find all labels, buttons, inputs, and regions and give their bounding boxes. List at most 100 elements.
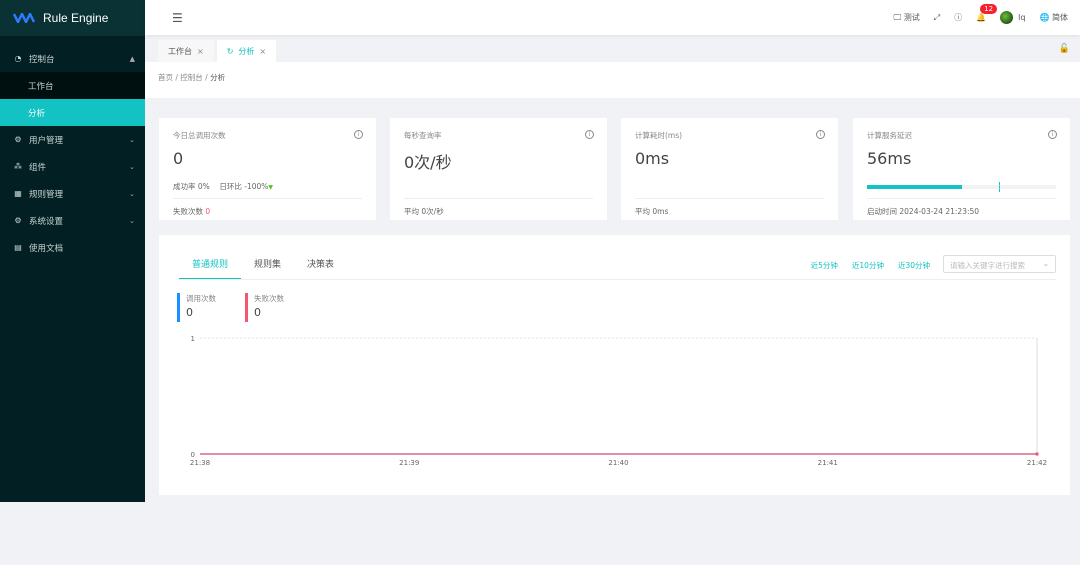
foot-value: 0 — [205, 207, 211, 216]
info-icon[interactable]: i — [354, 130, 363, 139]
x-tick-label: 21:40 — [608, 459, 628, 467]
info-icon[interactable]: i — [1048, 130, 1057, 139]
tab-label: 分析 — [238, 46, 255, 56]
dod-label: 日环比 — [219, 182, 242, 191]
sidebar-item-analysis[interactable]: 分析 — [0, 99, 145, 126]
tab-normal-rules[interactable]: 普通规则 — [179, 257, 242, 280]
sidebar-item-label: 工作台 — [28, 81, 54, 92]
card-total-calls: 今日总调用次数 i 0 成功率 0% 日环比 -100%▼ 失败次数 0 — [159, 118, 376, 220]
sidebar: Rule Engine ◔ 控制台 ▲ 工作台 分析 ⚙ 用户管理 ⌄ ⁂ 组件 ⌄ ▦ 规则… — [0, 0, 145, 502]
sidebar-item-label: 使用文档 — [29, 243, 64, 254]
sidebar-item-label: 组件 — [29, 162, 47, 173]
chevron-up-icon: ▲ — [129, 54, 135, 63]
dod-value: -100% — [244, 182, 269, 191]
menu-fold-icon[interactable]: ☰ — [172, 11, 183, 25]
user-name: lq — [1018, 13, 1026, 22]
sidebar-item-dashboard[interactable]: ◔ 控制台 ▲ — [0, 45, 145, 72]
stat-label: 失败次数 — [254, 294, 284, 303]
chevron-down-icon: ⌄ — [129, 189, 135, 198]
env-label: 测试 — [903, 13, 920, 22]
range-30min[interactable]: 近30分钟 — [898, 260, 930, 271]
card-qps: 每秒查询率 i 0次/秒 平均 0次/秒 — [390, 118, 607, 220]
language-label: 简体 — [1052, 13, 1068, 22]
chevron-down-icon: ⌄ — [129, 135, 135, 144]
stat-value: 0 — [186, 306, 193, 319]
breadcrumb-current: 分析 — [210, 73, 226, 82]
foot-value: 2024-03-24 21:23:50 — [899, 207, 980, 216]
info-icon[interactable]: i — [816, 130, 825, 139]
lock-icon[interactable]: 🔓 — [1059, 44, 1070, 54]
refresh-icon[interactable]: ↻ — [227, 47, 234, 56]
card-value: 0ms — [635, 149, 670, 168]
breadcrumb-dashboard[interactable]: 控制台 — [180, 73, 203, 82]
sidebar-item-components[interactable]: ⁂ 组件 ⌄ — [0, 153, 145, 180]
tab-label: 工作台 — [168, 46, 192, 56]
close-icon[interactable]: × — [197, 47, 204, 56]
success-label: 成功率 — [173, 182, 196, 191]
card-value: 56ms — [867, 149, 912, 168]
tab-bar: 工作台 × ↻ 分析 × — [145, 35, 1080, 62]
card-latency: 计算服务延迟 i 56ms 启动时间 2024-03-24 21:23:50 — [853, 118, 1070, 220]
breadcrumb-home[interactable]: 首页 — [158, 73, 173, 82]
range-5min[interactable]: 近5分钟 — [811, 260, 838, 271]
grid-icon: ▦ — [14, 189, 22, 198]
gear-icon: ⚙ — [14, 216, 22, 225]
success-value: 0% — [197, 182, 210, 191]
search-select[interactable]: 请输入关键字进行搜索 ⌄ — [943, 255, 1056, 273]
x-tick-label: 21:41 — [818, 459, 838, 467]
analysis-panel: 普通规则 规则集 决策表 近5分钟 近10分钟 近30分钟 请输入关键字进行搜索… — [159, 235, 1070, 495]
y-tick-label: 1 — [191, 335, 195, 343]
user-menu[interactable]: lq — [1000, 11, 1025, 24]
sidebar-item-docs[interactable]: ▤ 使用文档 — [0, 234, 145, 261]
tab-decision-tables[interactable]: 决策表 — [294, 257, 347, 280]
logo-icon — [13, 13, 35, 23]
card-value: 0 — [173, 149, 184, 168]
tab-analysis[interactable]: ↻ 分析 × — [216, 40, 277, 62]
gear-icon: ⚙ — [14, 135, 22, 144]
sidebar-item-users[interactable]: ⚙ 用户管理 ⌄ — [0, 126, 145, 153]
logo[interactable]: Rule Engine — [0, 0, 145, 36]
x-tick-label: 21:38 — [190, 459, 210, 467]
card-title: 计算耗时(ms) — [635, 131, 683, 140]
breadcrumb: 首页 / 控制台 / 分析 — [145, 62, 1080, 98]
tab-workbench[interactable]: 工作台 × — [158, 40, 214, 62]
foot-label: 启动时间 — [867, 207, 897, 216]
sidebar-item-settings[interactable]: ⚙ 系统设置 ⌄ — [0, 207, 145, 234]
foot-label: 平均 — [404, 207, 419, 216]
stat-label: 调用次数 — [186, 294, 216, 303]
card-title: 每秒查询率 — [404, 131, 442, 140]
x-tick-label: 21:42 — [1027, 459, 1047, 467]
info-icon[interactable]: i — [585, 130, 594, 139]
sidebar-item-rules[interactable]: ▦ 规则管理 ⌄ — [0, 180, 145, 207]
line-chart: 0 1 21:38 21:39 21:40 21:41 21:42 — [190, 335, 1047, 467]
sidebar-item-workbench[interactable]: 工作台 — [0, 72, 145, 99]
notification-badge: 12 — [980, 4, 998, 14]
help-icon[interactable]: ⓘ — [954, 12, 962, 23]
sidebar-item-label: 用户管理 — [29, 135, 64, 146]
sidebar-item-label: 控制台 — [29, 54, 55, 65]
caret-down-icon: ▼ — [268, 184, 274, 191]
sidebar-item-label: 规则管理 — [29, 189, 64, 200]
avatar — [1000, 11, 1014, 24]
env-button[interactable]: 🖵 测试 — [894, 12, 920, 23]
language-button[interactable]: 🌐 简体 — [1039, 12, 1068, 23]
card-title: 今日总调用次数 — [173, 131, 226, 140]
app-title: Rule Engine — [43, 11, 109, 25]
foot-value: 0ms — [652, 207, 669, 216]
range-10min[interactable]: 近10分钟 — [852, 260, 884, 271]
stat-value: 0 — [254, 306, 261, 319]
close-icon[interactable]: × — [259, 47, 266, 56]
chevron-down-icon: ⌄ — [129, 162, 135, 171]
foot-label: 失败次数 — [173, 207, 203, 216]
bell-icon[interactable]: 🔔 12 — [976, 4, 998, 22]
scrollbar[interactable] — [1074, 98, 1080, 502]
card-value: 0次/秒 — [404, 153, 452, 172]
fullscreen-icon[interactable]: ⤢ — [934, 13, 940, 23]
latency-progress — [867, 182, 1056, 192]
cluster-icon: ⁂ — [14, 162, 22, 171]
search-placeholder: 请输入关键字进行搜索 — [950, 261, 1025, 270]
stat-calls: 调用次数 0 — [177, 293, 216, 322]
sidebar-item-label: 系统设置 — [29, 216, 64, 227]
tab-rule-sets[interactable]: 规则集 — [241, 257, 294, 280]
document-icon: ▤ — [14, 243, 22, 252]
